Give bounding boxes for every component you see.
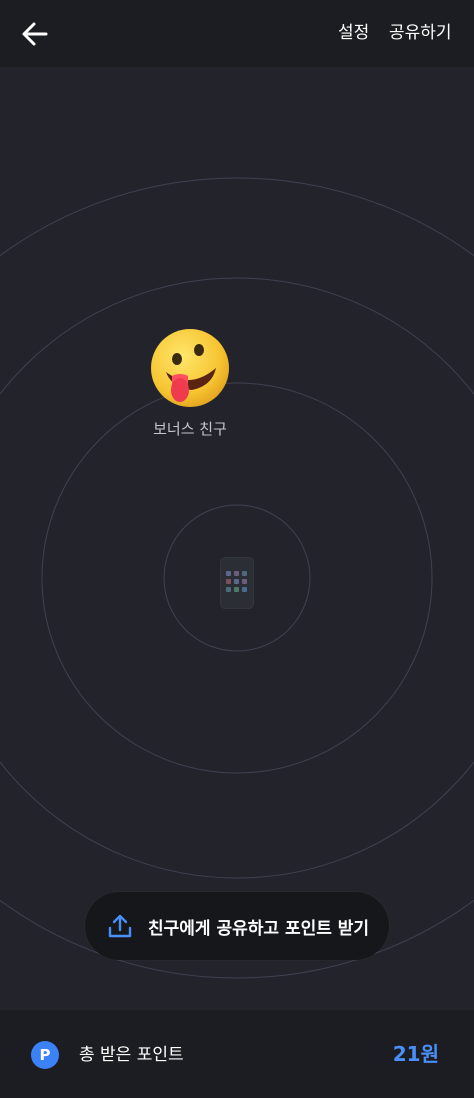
- settings-button[interactable]: 설정: [338, 22, 369, 44]
- total-points-label: 총 받은 포인트: [79, 1045, 184, 1065]
- tongue-out-emoji-icon: [150, 328, 230, 408]
- friend-name: 보너스 친구: [153, 420, 227, 438]
- radar-area: [0, 67, 474, 1010]
- points-footer[interactable]: P 총 받은 포인트 21원: [0, 1010, 474, 1098]
- back-button[interactable]: [18, 17, 52, 51]
- phone-device-icon: [220, 557, 254, 609]
- points-badge-icon: P: [31, 1041, 59, 1069]
- share-cta-label: 친구에게 공유하고 포인트 받기: [148, 918, 370, 939]
- share-button[interactable]: 공유하기: [389, 22, 452, 44]
- top-bar: 설정 공유하기: [0, 0, 474, 67]
- total-points-value: 21원: [392, 1042, 439, 1066]
- radar-rings: [0, 177, 474, 979]
- arrow-left-icon: [22, 22, 48, 46]
- share-for-points-button[interactable]: 친구에게 공유하고 포인트 받기: [85, 892, 389, 960]
- upload-share-icon: [108, 914, 132, 938]
- friend-bonus[interactable]: 보너스 친구: [140, 328, 240, 439]
